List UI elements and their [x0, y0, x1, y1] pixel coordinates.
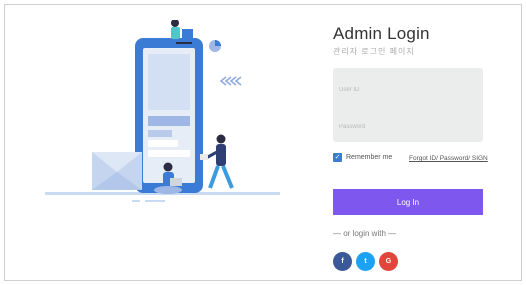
login-button[interactable]: Log In	[333, 189, 483, 215]
standing-person-illustration	[200, 134, 234, 189]
page-subtitle: 관리자 로그인 페이지	[333, 47, 415, 56]
user-id-input[interactable]	[339, 80, 477, 100]
password-input[interactable]	[339, 117, 477, 137]
facebook-login-button[interactable]: f	[333, 252, 352, 271]
twitter-login-button[interactable]: t	[356, 252, 375, 271]
pie-chart-icon	[209, 40, 221, 52]
arrows-icon	[219, 76, 242, 86]
login-illustration	[45, 20, 280, 202]
google-login-button[interactable]: G	[379, 252, 398, 271]
page-title: Admin Login	[333, 24, 430, 43]
google-icon: G	[385, 258, 392, 265]
facebook-icon: f	[341, 258, 344, 265]
remember-me[interactable]: ✓ Remember me	[333, 153, 392, 162]
forgot-credentials-link[interactable]: Forgot ID/ Password/ SIGN	[409, 155, 488, 162]
remember-me-label: Remember me	[346, 154, 393, 161]
credentials-box	[333, 68, 483, 142]
check-icon[interactable]: ✓	[333, 153, 342, 162]
twitter-icon: t	[364, 258, 367, 265]
or-login-with-text: — or login with —	[333, 229, 397, 238]
envelope-illustration	[92, 152, 142, 190]
